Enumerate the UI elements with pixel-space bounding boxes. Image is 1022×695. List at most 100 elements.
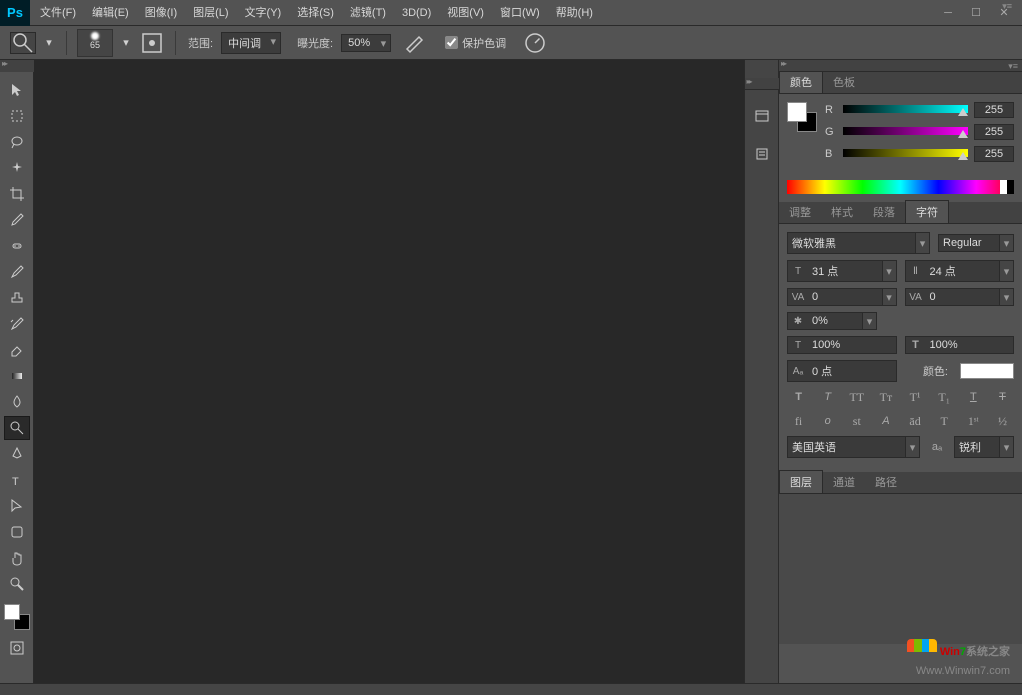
tab-styles[interactable]: 样式 [821,201,863,223]
minimize-button[interactable]: ─ [934,3,962,23]
scale-pct-field[interactable]: ✱0%▾ [787,312,877,330]
collapsed-grip[interactable] [745,78,779,90]
strike-button[interactable]: T [992,388,1012,406]
ligature-o-button[interactable]: o [818,412,838,430]
heal-tool[interactable] [4,234,30,258]
baseline-field[interactable]: Aₐ0 点 [787,360,897,382]
vscale-field[interactable]: T100% [787,336,897,354]
allcaps-button[interactable]: TT [847,388,867,406]
language-select[interactable]: 美国英语▾ [787,436,920,458]
pressure-icon[interactable] [522,32,548,54]
wand-tool[interactable] [4,156,30,180]
color-panel-grip[interactable]: ▾≡ [779,60,1022,72]
hand-tool[interactable] [4,546,30,570]
antialias-select[interactable]: 锐利▾ [954,436,1014,458]
tracking-field[interactable]: VA0▾ [905,288,1015,306]
toolbox-grip[interactable] [0,60,34,72]
ligature-fi-button[interactable]: fi [789,412,809,430]
color-fgbg-swatch[interactable] [787,102,817,132]
menu-filter[interactable]: 滤镜(T) [342,0,394,26]
shape-tool[interactable] [4,520,30,544]
menu-select[interactable]: 选择(S) [289,0,342,26]
menu-window[interactable]: 窗口(W) [492,0,548,26]
leading-field[interactable]: Ⅱ24 点▾ [905,260,1015,282]
stylistic-button[interactable]: st [847,412,867,430]
text-color-swatch[interactable] [960,363,1014,379]
type-tool[interactable]: T [4,468,30,492]
lasso-tool[interactable] [4,130,30,154]
crop-tool[interactable] [4,182,30,206]
b-value[interactable]: 255 [974,146,1014,162]
range-select[interactable]: 中间调 [221,32,281,54]
dodge-tool[interactable] [4,416,30,440]
marquee-tool[interactable] [4,104,30,128]
fg-bg-swatch[interactable] [4,604,30,630]
menu-3d[interactable]: 3D(D) [394,0,439,26]
tab-swatches[interactable]: 色板 [823,71,865,93]
swash-button[interactable]: A [876,412,896,430]
tool-preset-icon[interactable] [10,32,36,54]
tab-layers[interactable]: 图层 [779,470,823,493]
b-slider[interactable] [843,149,968,159]
r-slider[interactable] [843,105,968,115]
tab-adjust[interactable]: 调整 [779,201,821,223]
eyedropper-tool[interactable] [4,208,30,232]
subscript-button[interactable]: T₁ [934,388,954,406]
eraser-tool[interactable] [4,338,30,362]
brush-panel-icon[interactable] [139,32,165,54]
menu-edit[interactable]: 编辑(E) [84,0,137,26]
italic-button[interactable]: T [818,388,838,406]
font-style-select[interactable]: Regular▾ [938,234,1014,252]
menu-file[interactable]: 文件(F) [32,0,84,26]
zoom-tool[interactable] [4,572,30,596]
pen-tool[interactable] [4,442,30,466]
protect-tones-checkbox[interactable]: 保护色调 [445,35,506,51]
tab-color[interactable]: 颜色 [779,70,823,93]
hscale-field[interactable]: T100% [905,336,1015,354]
brush-dropdown[interactable]: ▾ [119,32,133,54]
quickmask-tool[interactable] [4,636,30,660]
tool-preset-dropdown[interactable]: ▾ [42,32,56,54]
stamp-tool[interactable] [4,286,30,310]
bold-button[interactable]: T [789,388,809,406]
menu-type[interactable]: 文字(Y) [237,0,290,26]
font-family-select[interactable]: 微软雅黑▾ [787,232,930,254]
menu-help[interactable]: 帮助(H) [548,0,601,26]
color-spectrum[interactable] [787,180,1014,194]
font-size-field[interactable]: T31 点▾ [787,260,897,282]
g-value[interactable]: 255 [974,124,1014,140]
titling-button[interactable]: ād [905,412,925,430]
first-button[interactable]: 1ˢᵗ [963,412,983,430]
type-style-row-1: T T TT Tᴛ T¹ T₁ T T [787,388,1014,406]
menu-view[interactable]: 视图(V) [439,0,492,26]
history-brush-tool[interactable] [4,312,30,336]
superscript-button[interactable]: T¹ [905,388,925,406]
brush-preview[interactable]: 65 [77,29,113,57]
main-area: T ▾≡ 颜色 色板 R 255 [0,60,1022,683]
smallcaps-button[interactable]: Tᴛ [876,388,896,406]
move-tool[interactable] [4,78,30,102]
history-panel-icon[interactable] [749,104,775,128]
path-select-tool[interactable] [4,494,30,518]
tab-character[interactable]: 字符 [905,200,949,223]
menu-image[interactable]: 图像(I) [137,0,185,26]
tab-paths[interactable]: 路径 [865,471,907,493]
tab-paragraph[interactable]: 段落 [863,201,905,223]
kerning-field[interactable]: VA0▾ [787,288,897,306]
brush-tool[interactable] [4,260,30,284]
gradient-tool[interactable] [4,364,30,388]
layer-panel-menu-icon[interactable]: ▾≡ [1002,1,1012,12]
airbrush-icon[interactable] [403,32,429,54]
r-value[interactable]: 255 [974,102,1014,118]
color-panel-menu-icon[interactable]: ▾≡ [1008,61,1018,72]
underline-button[interactable]: T [963,388,983,406]
menu-layer[interactable]: 图层(L) [185,0,236,26]
maximize-button[interactable]: ☐ [962,3,990,23]
blur-tool[interactable] [4,390,30,414]
tab-channels[interactable]: 通道 [823,471,865,493]
properties-panel-icon[interactable] [749,142,775,166]
fraction-button[interactable]: ½ [992,412,1012,430]
g-slider[interactable] [843,127,968,137]
ordinals-button[interactable]: T [934,412,954,430]
exposure-select[interactable]: 50% [341,34,391,52]
